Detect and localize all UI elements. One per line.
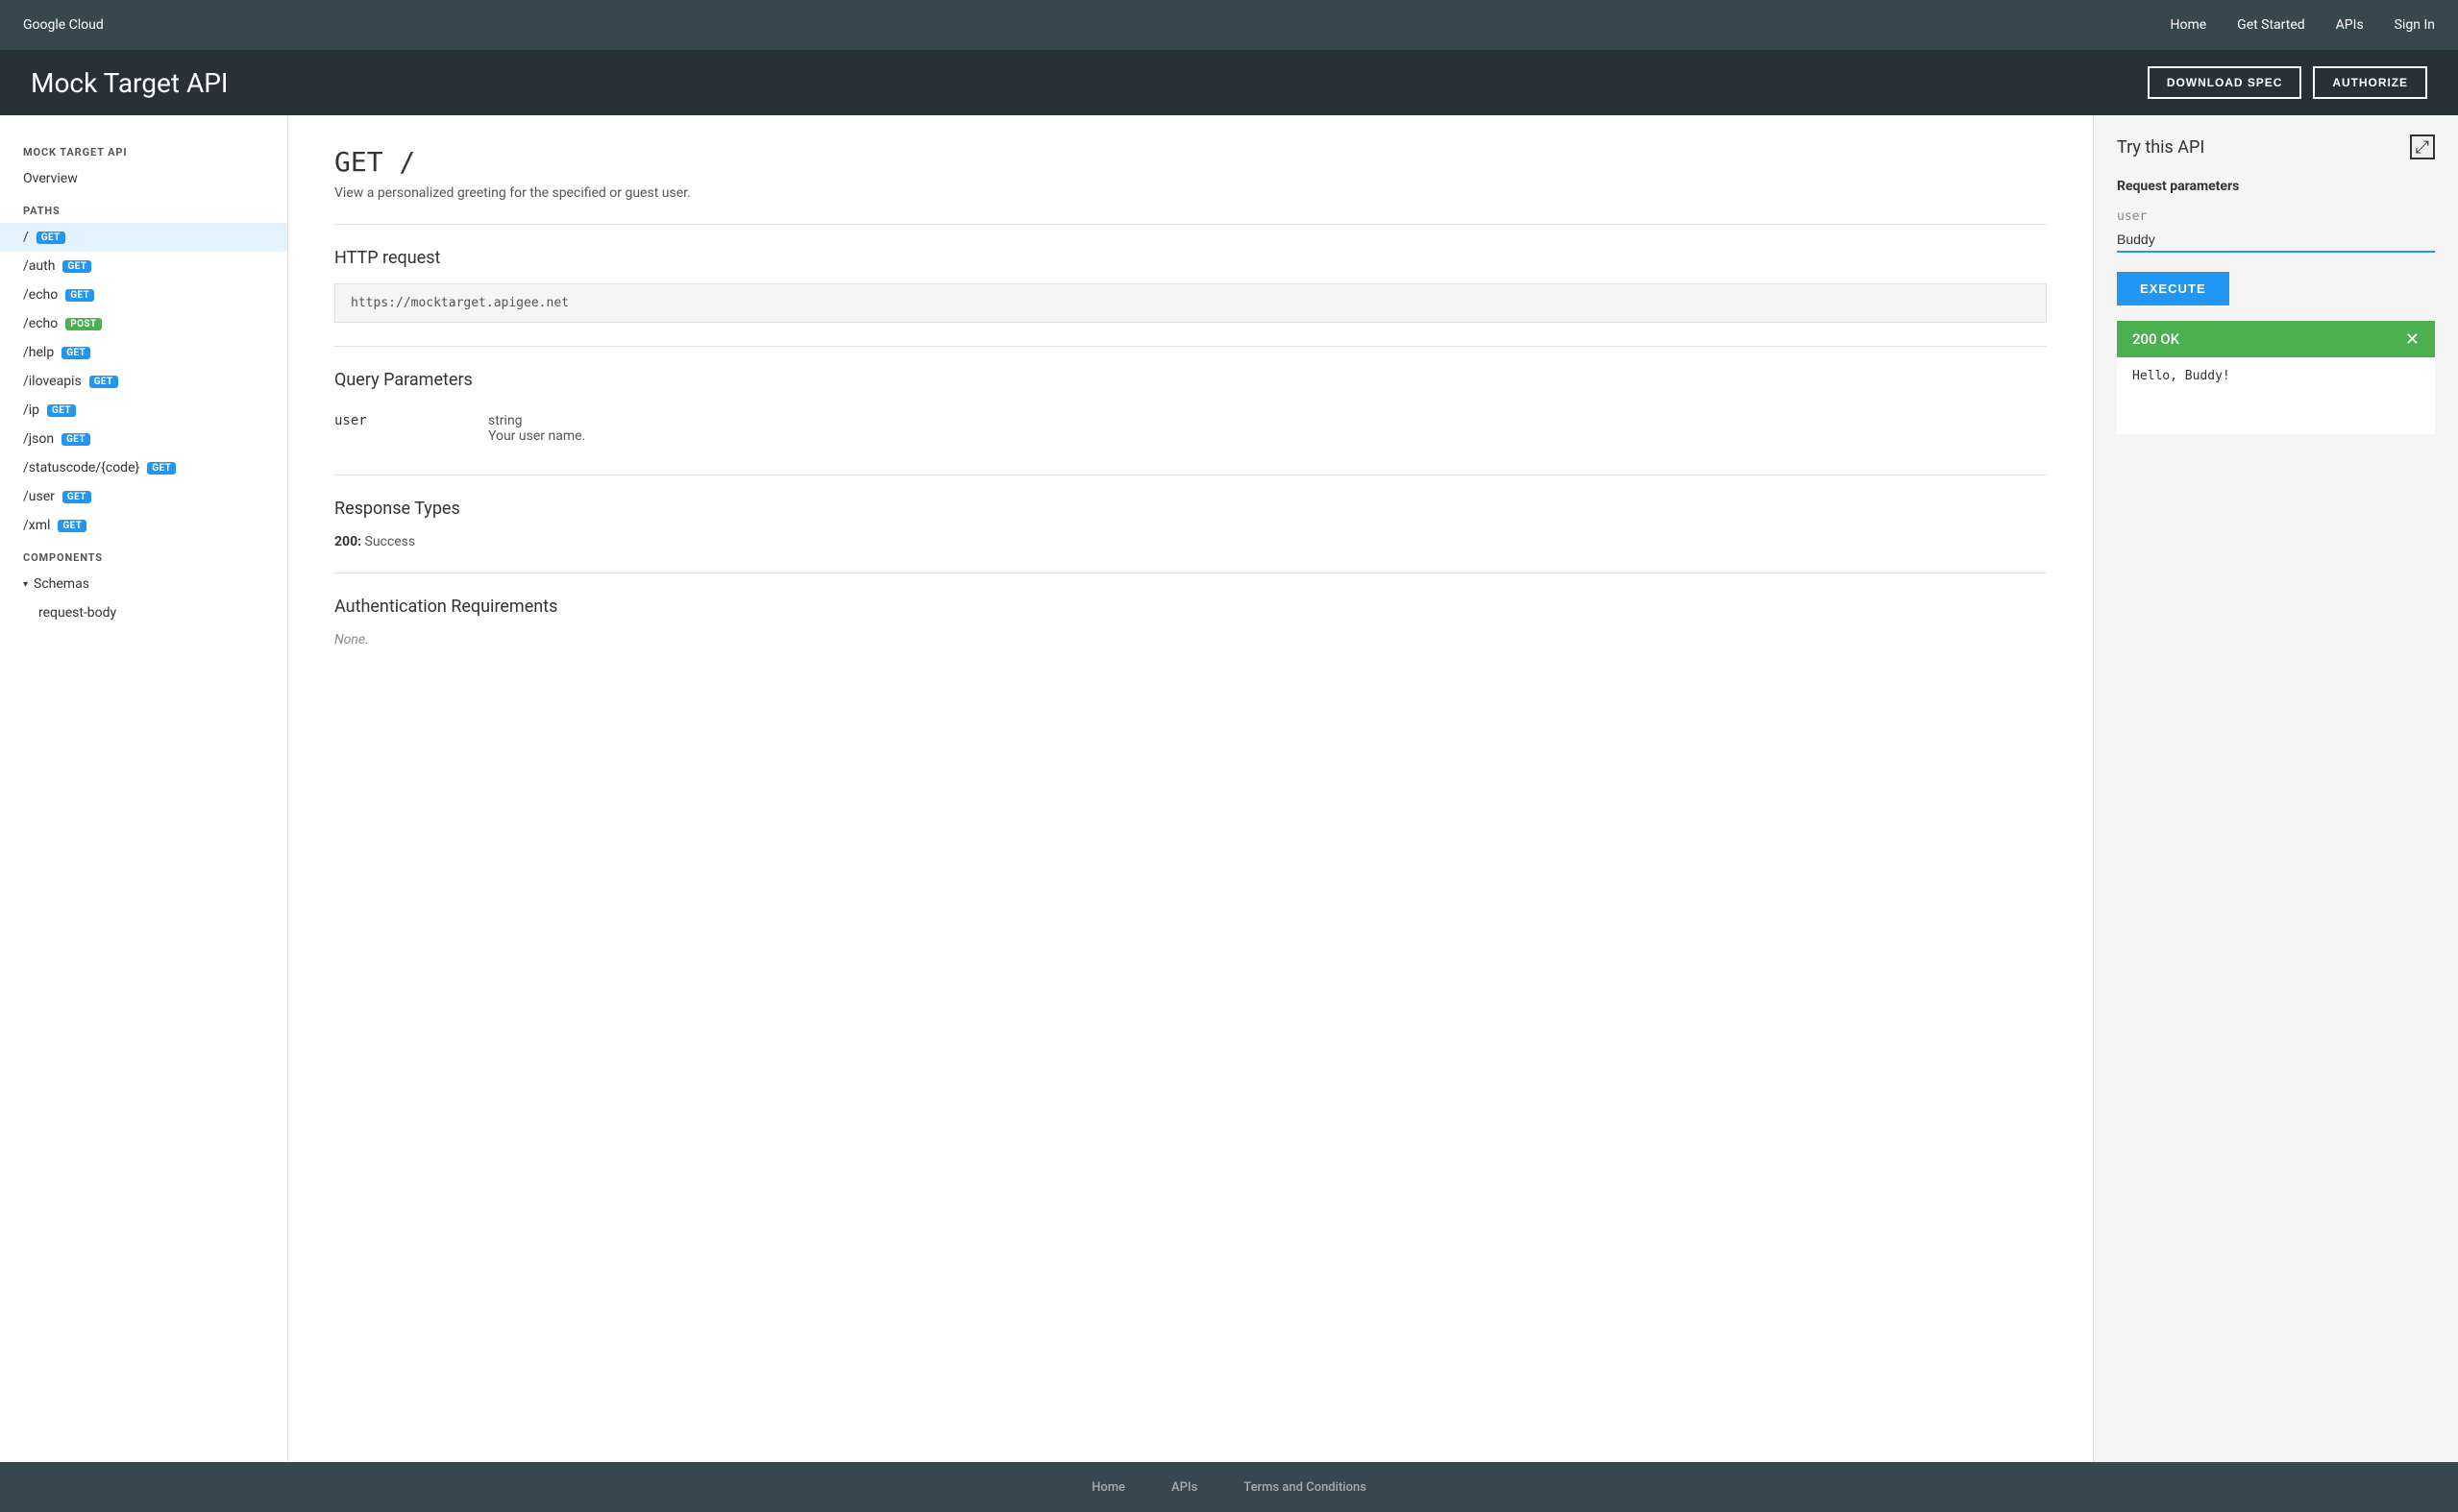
- auth-value: None.: [334, 632, 2047, 647]
- path-statuscode-get[interactable]: /statuscode/{code} GET: [0, 453, 287, 482]
- sidebar-components-title: COMPONENTS: [0, 540, 287, 570]
- path-help-text: /help: [23, 345, 54, 360]
- execute-button[interactable]: EXECUTE: [2117, 272, 2229, 305]
- download-spec-button[interactable]: DOWNLOAD SPEC: [2148, 66, 2301, 99]
- path-json-text: /json: [23, 431, 54, 447]
- path-root-text: /: [23, 230, 29, 245]
- param-desc-user: Your user name.: [488, 428, 2047, 444]
- params-table: user string Your user name.: [334, 405, 2047, 451]
- badge-post-echo: POST: [65, 318, 101, 330]
- query-params-section-title: Query Parameters: [334, 370, 2047, 390]
- sidebar-schemas-collapse[interactable]: ▾ Schemas: [0, 570, 287, 598]
- param-name-user: user: [334, 405, 488, 451]
- footer: Home APIs Terms and Conditions: [0, 1462, 2458, 1512]
- path-auth-text: /auth: [23, 258, 55, 274]
- response-code-200: 200:: [334, 534, 361, 549]
- http-request-box: https://mocktarget.apigee.net: [334, 283, 2047, 323]
- badge-get-auth: GET: [62, 260, 91, 273]
- apis-link[interactable]: APIs: [2336, 17, 2364, 33]
- response-close-button[interactable]: ✕: [2405, 330, 2420, 348]
- path-statuscode-text: /statuscode/{code}: [23, 460, 139, 476]
- response-types: 200: Success: [334, 534, 2047, 549]
- path-echo-post[interactable]: /echo POST: [0, 309, 287, 338]
- google-cloud-logo: Google Cloud: [23, 17, 104, 33]
- endpoint-desc: View a personalized greeting for the spe…: [334, 185, 2047, 201]
- top-nav: Google Cloud Home Get Started APIs Sign …: [0, 0, 2458, 50]
- response-body: Hello, Buddy!: [2117, 357, 2435, 434]
- param-details-user: string Your user name.: [488, 405, 2047, 451]
- home-link[interactable]: Home: [2170, 17, 2206, 33]
- sidebar-overview[interactable]: Overview: [0, 164, 287, 193]
- auth-section-title: Authentication Requirements: [334, 597, 2047, 617]
- table-row: user string Your user name.: [334, 405, 2047, 451]
- divider-1: [334, 224, 2047, 225]
- badge-get-echo: GET: [65, 289, 94, 302]
- badge-get-root: GET: [37, 232, 65, 244]
- title-bar-buttons: DOWNLOAD SPEC AUTHORIZE: [2148, 66, 2427, 99]
- http-request-section-title: HTTP request: [334, 248, 2047, 268]
- path-json-get[interactable]: /json GET: [0, 425, 287, 453]
- badge-get-json: GET: [61, 433, 90, 446]
- chevron-down-icon: ▾: [23, 579, 28, 590]
- expand-panel-button[interactable]: ⤢: [2410, 134, 2435, 159]
- title-bar: Mock Target API DOWNLOAD SPEC AUTHORIZE: [0, 50, 2458, 115]
- get-started-link[interactable]: Get Started: [2237, 17, 2305, 33]
- divider-3: [334, 475, 2047, 476]
- response-types-section-title: Response Types: [334, 499, 2047, 519]
- authorize-button[interactable]: AUTHORIZE: [2313, 66, 2427, 99]
- badge-get-iloveapis: GET: [89, 376, 118, 388]
- path-root-get[interactable]: / GET: [0, 223, 287, 252]
- page-title: Mock Target API: [31, 67, 229, 99]
- path-ip-text: /ip: [23, 402, 39, 418]
- response-desc-200: Success: [365, 534, 416, 549]
- badge-get-help: GET: [61, 347, 90, 359]
- path-user-text: /user: [23, 489, 55, 504]
- footer-terms-link[interactable]: Terms and Conditions: [1243, 1480, 1366, 1495]
- try-panel-title: Try this API: [2117, 137, 2204, 158]
- path-iloveapis-get[interactable]: /iloveapis GET: [0, 367, 287, 396]
- schema-request-body[interactable]: request-body: [0, 598, 287, 627]
- badge-get-user: GET: [62, 491, 91, 503]
- user-input[interactable]: [2117, 228, 2435, 253]
- response-status-box: 200 OK ✕: [2117, 321, 2435, 357]
- badge-get-statuscode: GET: [147, 462, 176, 475]
- path-user-get[interactable]: /user GET: [0, 482, 287, 511]
- sidebar-api-title: MOCK TARGET API: [0, 134, 287, 164]
- path-ip-get[interactable]: /ip GET: [0, 396, 287, 425]
- user-param-label: user: [2117, 209, 2435, 224]
- path-xml-get[interactable]: /xml GET: [0, 511, 287, 540]
- path-iloveapis-text: /iloveapis: [23, 374, 82, 389]
- sidebar-paths-title: PATHS: [0, 193, 287, 223]
- response-status-text: 200 OK: [2132, 330, 2179, 348]
- badge-get-ip: GET: [47, 404, 76, 417]
- param-type-user: string: [488, 413, 2047, 428]
- sign-in-link[interactable]: Sign In: [2395, 17, 2435, 33]
- main-content: GET / View a personalized greeting for t…: [288, 115, 2093, 1462]
- main-layout: MOCK TARGET API Overview PATHS / GET /au…: [0, 115, 2458, 1462]
- path-auth-get[interactable]: /auth GET: [0, 252, 287, 280]
- path-echo-get[interactable]: /echo GET: [0, 280, 287, 309]
- try-panel-header: Try this API ⤢: [2117, 134, 2435, 159]
- top-nav-links: Home Get Started APIs Sign In: [2170, 17, 2435, 33]
- path-xml-text: /xml: [23, 518, 50, 533]
- schemas-label: Schemas: [34, 576, 89, 592]
- path-echo-post-text: /echo: [23, 316, 58, 331]
- path-help-get[interactable]: /help GET: [0, 338, 287, 367]
- divider-2: [334, 346, 2047, 347]
- path-echo-get-text: /echo: [23, 287, 58, 303]
- sidebar: MOCK TARGET API Overview PATHS / GET /au…: [0, 115, 288, 1462]
- footer-home-link[interactable]: Home: [1092, 1480, 1125, 1495]
- endpoint-title: GET /: [334, 146, 2047, 178]
- badge-get-xml: GET: [58, 520, 86, 532]
- request-params-label: Request parameters: [2117, 179, 2435, 194]
- try-panel: Try this API ⤢ Request parameters user E…: [2093, 115, 2458, 1462]
- footer-apis-link[interactable]: APIs: [1171, 1480, 1197, 1495]
